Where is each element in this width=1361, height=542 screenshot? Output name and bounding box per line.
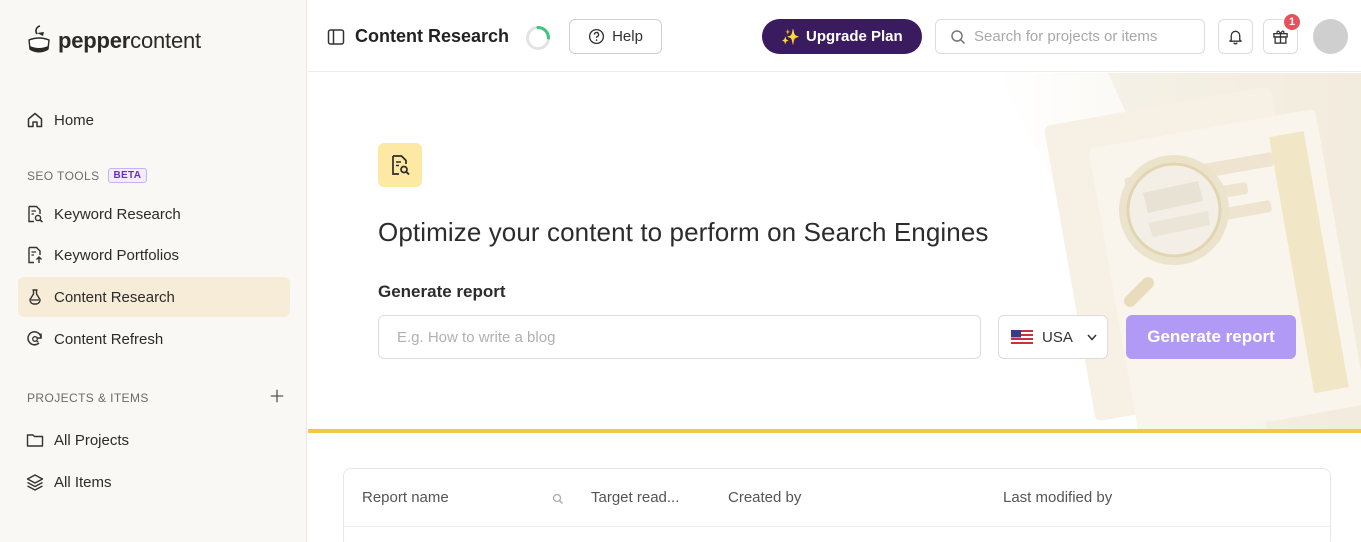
column-header-last-modified-by[interactable]: Last modified by: [1003, 489, 1112, 506]
column-header-created-by[interactable]: Created by: [728, 489, 801, 506]
hero-section: Optimize your content to perform on Sear…: [308, 73, 1361, 429]
notifications-button[interactable]: [1218, 19, 1253, 54]
add-project-icon[interactable]: [268, 388, 286, 406]
pepper-logo-icon: [28, 25, 50, 53]
search-icon: [951, 29, 966, 44]
brand-logo[interactable]: peppercontent: [26, 24, 201, 58]
sidebar-item-label: Content Research: [54, 288, 175, 306]
reports-table: Report name Target read... Created by La…: [343, 468, 1331, 542]
table-header: Report name Target read... Created by La…: [344, 469, 1330, 527]
sidebar-item-label: Content Refresh: [54, 330, 164, 348]
selected-country: USA: [1042, 328, 1073, 346]
beta-badge: BETA: [107, 168, 148, 183]
gifts-button[interactable]: 1: [1263, 12, 1302, 54]
notification-count-badge: 1: [1282, 12, 1302, 32]
sidebar-item-keyword-research[interactable]: Keyword Research: [18, 194, 290, 234]
sidebar-item-content-refresh[interactable]: Content Refresh: [18, 319, 290, 359]
sidebar-item-label: Keyword Portfolios: [54, 246, 180, 264]
sidebar-item-label: All Projects: [54, 431, 130, 449]
folder-icon: [26, 431, 44, 449]
flask-icon: [26, 288, 44, 306]
sidebar-item-all-items[interactable]: All Items: [18, 462, 290, 502]
user-avatar[interactable]: [1313, 19, 1348, 54]
section-title: PROJECTS & ITEMS: [27, 391, 149, 405]
projects-section-label: PROJECTS & ITEMS: [27, 391, 149, 405]
global-search[interactable]: [935, 19, 1205, 54]
chevron-down-icon: [1087, 334, 1097, 341]
column-header-target-reader[interactable]: Target read...: [591, 489, 679, 506]
sparkles-icon: ✨: [781, 28, 800, 46]
upgrade-label: Upgrade Plan: [806, 28, 903, 45]
generate-report-button[interactable]: Generate report: [1126, 315, 1296, 359]
sidebar-item-home[interactable]: Home: [18, 100, 290, 140]
doc-search-icon: [26, 205, 44, 223]
hero-divider: [308, 429, 1361, 433]
top-header: Content Research Help ✨ Upgrade Plan 1: [308, 0, 1361, 72]
sidebar-item-label: All Items: [54, 473, 112, 491]
sidebar-item-keyword-portfolios[interactable]: Keyword Portfolios: [18, 235, 290, 275]
sidebar-toggle-icon[interactable]: [327, 28, 345, 46]
search-input[interactable]: [974, 28, 1194, 45]
sidebar-item-content-research[interactable]: Content Research: [18, 277, 290, 317]
country-select[interactable]: USA: [998, 315, 1108, 359]
column-header-report-name[interactable]: Report name: [362, 489, 449, 506]
seo-tools-section-label: SEO TOOLS BETA: [27, 168, 148, 183]
app-root: peppercontent Home SEO TOOLS BETA Keywor…: [0, 0, 1361, 542]
section-title: SEO TOOLS: [27, 168, 100, 183]
bell-icon: [1229, 30, 1242, 45]
home-icon: [26, 111, 44, 129]
magnifier-illustration: [998, 73, 1361, 429]
topic-input[interactable]: [378, 315, 981, 359]
sidebar: peppercontent Home SEO TOOLS BETA Keywor…: [0, 0, 307, 542]
sidebar-item-label: Home: [54, 111, 95, 129]
page-title: Content Research: [355, 26, 510, 46]
help-label: Help: [612, 28, 643, 45]
brand-name: peppercontent: [58, 28, 201, 53]
content-research-badge-icon: [378, 143, 422, 187]
question-circle-icon: [589, 28, 605, 45]
layers-icon: [26, 473, 44, 491]
column-search-icon[interactable]: [552, 492, 564, 504]
sidebar-item-all-projects[interactable]: All Projects: [18, 420, 290, 460]
upgrade-plan-button[interactable]: ✨ Upgrade Plan: [762, 19, 922, 54]
help-button[interactable]: Help: [569, 19, 662, 54]
generate-report-label: Generate report: [378, 282, 506, 301]
sidebar-item-label: Keyword Research: [54, 205, 181, 223]
us-flag-icon: [1011, 330, 1033, 344]
refresh-search-icon: [26, 330, 44, 348]
hero-title: Optimize your content to perform on Sear…: [378, 217, 989, 247]
doc-arrow-icon: [26, 246, 44, 264]
progress-spinner-icon: [525, 25, 551, 51]
